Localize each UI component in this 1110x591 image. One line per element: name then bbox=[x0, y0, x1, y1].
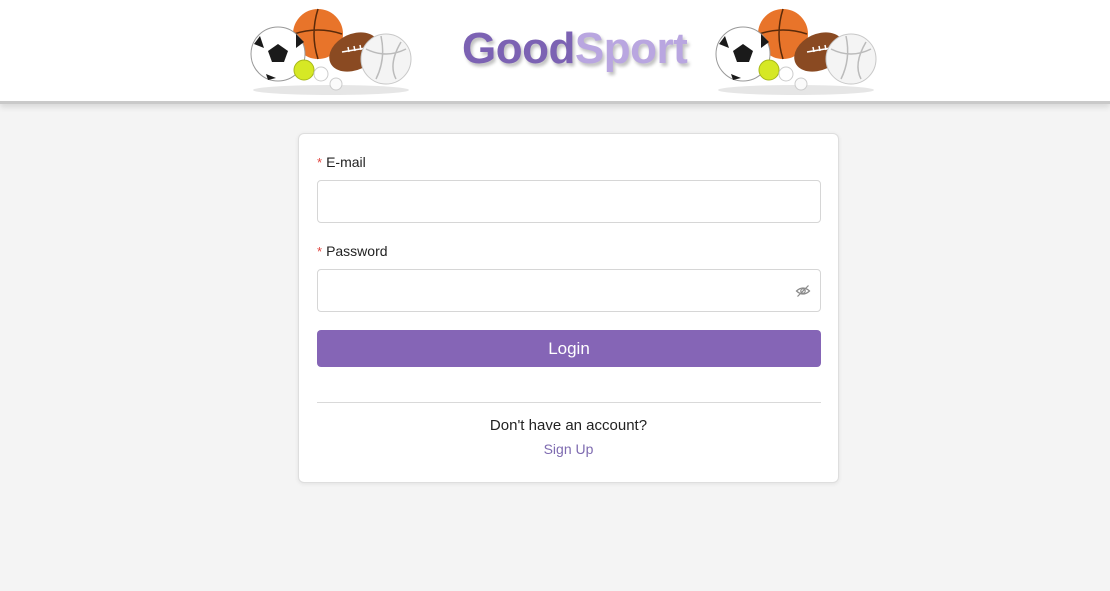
login-card: * E-mail * Password Login Don't have an ac… bbox=[298, 133, 839, 483]
email-label-text: E-mail bbox=[326, 154, 366, 170]
required-marker: * bbox=[317, 155, 323, 170]
no-account-text: Don't have an account? bbox=[489, 417, 648, 434]
password-label: * Password bbox=[317, 243, 388, 259]
email-label: * E-mail bbox=[317, 154, 366, 170]
sports-balls-icon bbox=[715, 8, 877, 95]
eye-off-icon[interactable] bbox=[795, 283, 811, 299]
brand-logo: GoodSport bbox=[462, 24, 688, 74]
password-label-text: Password bbox=[326, 243, 388, 259]
sports-balls-icon bbox=[250, 8, 412, 95]
sign-up-link[interactable]: Sign Up bbox=[299, 441, 838, 457]
email-field-wrapper bbox=[317, 180, 821, 223]
brand-part-good: Good bbox=[462, 24, 575, 73]
password-field[interactable] bbox=[318, 270, 820, 311]
brand-part-sport: Sport bbox=[574, 24, 688, 73]
divider bbox=[317, 402, 821, 403]
required-marker: * bbox=[317, 244, 323, 259]
password-field-wrapper bbox=[317, 269, 821, 312]
site-header: GoodSport bbox=[0, 0, 1110, 104]
login-button[interactable]: Login bbox=[317, 330, 821, 367]
email-field[interactable] bbox=[318, 181, 820, 222]
